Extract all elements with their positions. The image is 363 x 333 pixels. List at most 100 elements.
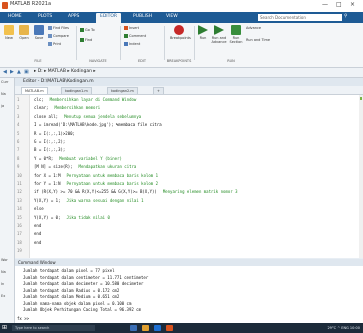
up-folder-icon[interactable]: ▲ (17, 69, 21, 75)
code-text: B = I(:,:,3); (34, 146, 71, 154)
command-window-header: Command Window (15, 259, 363, 266)
line-number: 19 (17, 248, 22, 254)
code-line[interactable]: 4 I = imread('D:\MATLAB\kode.jpg'); %memb… (15, 121, 363, 129)
command-prompt[interactable]: fx >> (17, 316, 29, 321)
code-line[interactable]: 10 for X = 1:M Pernyataan untuk membaca ba… (15, 172, 363, 180)
line-number: 17 (17, 231, 22, 237)
line-number: 16 (17, 223, 22, 228)
run-button[interactable]: Run (196, 25, 210, 47)
code-editor[interactable]: 1 clc; Membersihkan layar di Command Windo… (15, 95, 363, 258)
tab-file-3[interactable]: kodingan2.m (107, 87, 138, 94)
folder-icon[interactable] (142, 325, 149, 331)
insert-button[interactable]: Insert (124, 26, 139, 30)
code-line[interactable]: 5 R = I(:,:,1)>200; (15, 130, 363, 138)
print-label: Print (53, 42, 62, 46)
print-button[interactable]: Print (48, 42, 61, 46)
run-and-time-button[interactable]: Run and Time (246, 38, 270, 42)
find-files-button[interactable]: Find Files (48, 26, 69, 30)
code-line[interactable]: 8 Y = 0*R; Membuat variabel Y (biner) (15, 155, 363, 163)
code-line[interactable]: 17 end (15, 230, 363, 238)
comment-button[interactable]: Comment (124, 34, 146, 38)
comment-label: Comment (129, 34, 147, 38)
code-statement: G = I(:,:,2); (34, 139, 66, 144)
browse-folder-icon[interactable]: ▣ (24, 69, 29, 75)
code-line[interactable]: 2 clear; Membersihkan memori (15, 104, 363, 112)
matlab-taskbar-icon[interactable] (166, 325, 173, 331)
edit-group-label: EDIT (137, 59, 147, 63)
code-line[interactable]: 14 else (15, 205, 363, 213)
tab-file-1[interactable]: MATLAB.m (21, 87, 48, 94)
code-statement: I = imread('D:\MATLAB\kode.jpg'); %memba… (34, 122, 162, 128)
code-statement: Y(X,Y) = 1; (34, 197, 61, 203)
taskbar: ⊞ Type here to search 29°C ^ ENG 10:00 (0, 323, 363, 333)
tab-plots[interactable]: PLOTS (38, 14, 52, 19)
navigate-group-label: NAVIGATE (89, 59, 107, 63)
goto-button[interactable]: Go To (80, 28, 95, 32)
line-number: 1 (17, 97, 20, 102)
system-tray[interactable]: 29°C ^ ENG 10:00 (327, 325, 360, 331)
code-text: I = imread('D:\MATLAB\kode.jpg'); %memba… (34, 121, 168, 129)
address-bar: ◀ ▶ ▲ ▣ ▸ D: ▸ MATLAB ▸ Kodingan ▸ (0, 68, 363, 78)
new-tab-button[interactable]: + (153, 87, 164, 94)
line-number: 13 (17, 197, 22, 203)
indent-label: Indent (129, 42, 141, 46)
tab-editor[interactable]: EDITOR (96, 13, 122, 23)
code-line[interactable]: 6 G = I(:,:,2); (15, 138, 363, 146)
search-documentation-input[interactable]: Search Documentation (258, 14, 342, 21)
save-button[interactable]: Save (32, 25, 46, 47)
minimize-button[interactable]: — (322, 1, 328, 8)
indent-button[interactable]: Indent (124, 42, 140, 46)
tab-home[interactable]: HOME (8, 14, 22, 19)
code-line[interactable]: 18 end (15, 239, 363, 247)
tab-view[interactable]: VIEW (166, 14, 178, 19)
tab-file-2[interactable]: kodingan1.m (61, 87, 92, 94)
taskbar-search-input[interactable]: Type here to search (12, 325, 95, 331)
forward-arrow-icon[interactable]: ▶ (10, 69, 14, 75)
code-line[interactable]: 3 close all; Menutup semua jendela sebelum… (15, 113, 363, 121)
line-number: 4 (17, 122, 20, 128)
code-statement: Y(X,Y) = 0; (34, 214, 61, 220)
close-button[interactable]: × (350, 1, 355, 8)
command-window[interactable]: fx >> Jumlah terdapat dalam pixel = 77 p… (15, 266, 363, 323)
command-output-line: Jumlah terdapat dalam Medium = 0.651 cm2 (23, 294, 120, 299)
tab-apps[interactable]: APPS (68, 14, 79, 19)
code-line[interactable]: 1 clc; Membersihkan layar di Command Windo… (15, 96, 363, 104)
tab-publish[interactable]: PUBLISH (133, 14, 152, 19)
code-line[interactable]: 11 for Y = 1:N Pernyataan untuk membaca b… (15, 180, 363, 188)
code-line[interactable]: 15 Y(X,Y) = 0; Jika tidak nilai 0 (15, 214, 363, 222)
window-title: MATLAB R2021a (10, 1, 52, 7)
current-folder-path[interactable]: ▸ D: ▸ MATLAB ▸ Kodingan ▸ (34, 69, 96, 74)
breakpoint-icon (174, 25, 184, 35)
code-statement: Y = 0*R; (34, 155, 54, 161)
open-button[interactable]: Open (17, 25, 31, 47)
code-text: R = I(:,:,1)>200; (34, 130, 81, 138)
find-button[interactable]: Find (80, 38, 92, 42)
code-line[interactable]: 19 (15, 247, 363, 255)
new-button[interactable]: New (2, 25, 16, 47)
find-label: Find (85, 38, 93, 42)
code-line[interactable]: 13 Y(X,Y) = 1; Jika warna sesuai dengan n… (15, 197, 363, 205)
advance-button[interactable]: Advance (246, 26, 261, 30)
search-icon[interactable]: ⚲ (344, 14, 347, 19)
file-group-label: FILE (34, 59, 42, 63)
maximize-button[interactable]: □ (336, 1, 342, 8)
code-line[interactable]: 12 if (R(X,Y) >= 70 && R(X,Y)<=255 && G(… (15, 188, 363, 196)
code-statement: if (R(X,Y) >= 70 && R(X,Y)<=255 && G(X,Y… (34, 189, 157, 195)
start-button[interactable]: ⊞ (2, 325, 7, 331)
file-explorer-icon[interactable] (130, 325, 137, 331)
code-text: Y = 0*R; Membuat variabel Y (biner) (34, 155, 122, 163)
back-arrow-icon[interactable]: ◀ (3, 69, 7, 75)
compare-button[interactable]: Compare (48, 34, 69, 38)
run-group: Run Run and Advance Run Section Advance … (196, 25, 270, 63)
run-section-button[interactable]: Run Section (228, 25, 244, 47)
code-line[interactable]: 16 end (15, 222, 363, 230)
code-line[interactable]: 7 B = I(:,:,3); (15, 146, 363, 154)
breakpoints-button[interactable]: Breakpoints (170, 25, 191, 47)
code-comment: Membersihkan memori (54, 105, 101, 111)
browser-icon[interactable] (154, 325, 161, 331)
line-number: 6 (17, 139, 20, 144)
run-and-advance-button[interactable]: Run and Advance (211, 25, 227, 47)
find-files-label: Find Files (53, 26, 69, 30)
code-line[interactable]: 9 [M N] = size(R); Mendapatkan ukuran citr… (15, 163, 363, 171)
code-statement: end (34, 231, 42, 237)
